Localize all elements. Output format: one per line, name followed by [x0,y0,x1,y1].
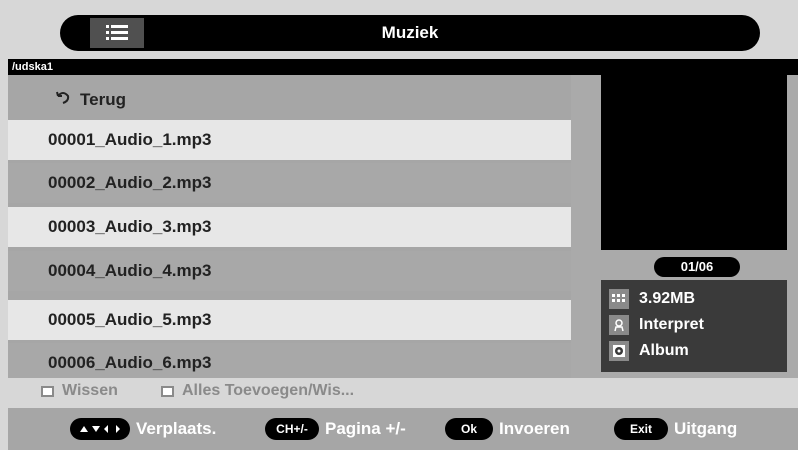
checkbox-icon [41,385,54,397]
size-icon [609,289,629,309]
page-hint: CH+/- Pagina +/- [265,418,406,440]
back-item[interactable]: Terug [8,80,571,120]
move-hint: Verplaats. [70,418,216,440]
size-row: 3.92MB [601,286,787,312]
file-list: Terug 00001_Audio_1.mp3 00002_Audio_2.mp… [8,75,571,383]
page-label: Pagina +/- [325,419,406,438]
list-item[interactable]: 00001_Audio_1.mp3 [8,120,571,160]
arrow-keys-icon [70,418,130,440]
file-info: 3.92MB Interpret Album [601,280,787,372]
list-item[interactable]: 00003_Audio_3.mp3 [8,207,571,247]
list-item[interactable]: 00002_Audio_2.mp3 [8,163,571,203]
info-pane: 01/06 3.92MB Interpret Album [571,75,798,378]
list-item[interactable]: 00006_Audio_6.mp3 [8,343,571,383]
back-label: Terug [80,90,126,109]
item-counter: 01/06 [654,257,740,277]
page-title: Muziek [381,23,439,42]
list-item[interactable]: 00004_Audio_4.mp3 [8,251,571,291]
artist-row: Interpret [601,312,787,338]
exit-key: Exit [614,418,668,440]
browser-panel: Terug 00001_Audio_1.mp3 00002_Audio_2.mp… [8,75,798,383]
add-all-option[interactable]: Alles Toevoegen/Wis... [161,382,354,400]
hint-bar: Verplaats. CH+/- Pagina +/- Ok Invoeren … [8,408,798,450]
checkbox-icon [161,385,174,397]
clear-label: Wissen [62,382,118,399]
path-breadcrumb: /udska1 [8,59,798,75]
ok-key: Ok [445,418,493,440]
preview-area [601,75,787,250]
list-item[interactable]: 00005_Audio_5.mp3 [8,300,571,340]
clear-option[interactable]: Wissen [41,382,118,400]
album-row: Album [601,338,787,364]
exit-hint: Exit Uitgang [614,418,737,440]
artist-icon [609,315,629,335]
file-size: 3.92MB [639,290,696,307]
enter-label: Invoeren [499,419,570,438]
artist-name: Interpret [639,316,704,333]
back-arrow-icon [56,80,74,120]
edit-bar: Wissen Alles Toevoegen/Wis... [8,378,798,408]
album-name: Album [639,342,689,359]
exit-label: Uitgang [674,419,738,438]
album-icon [609,341,629,361]
move-label: Verplaats. [136,419,217,438]
ch-key: CH+/- [265,418,319,440]
ok-hint: Ok Invoeren [445,418,570,440]
title-bar: Muziek [60,15,760,51]
add-all-label: Alles Toevoegen/Wis... [182,382,355,399]
